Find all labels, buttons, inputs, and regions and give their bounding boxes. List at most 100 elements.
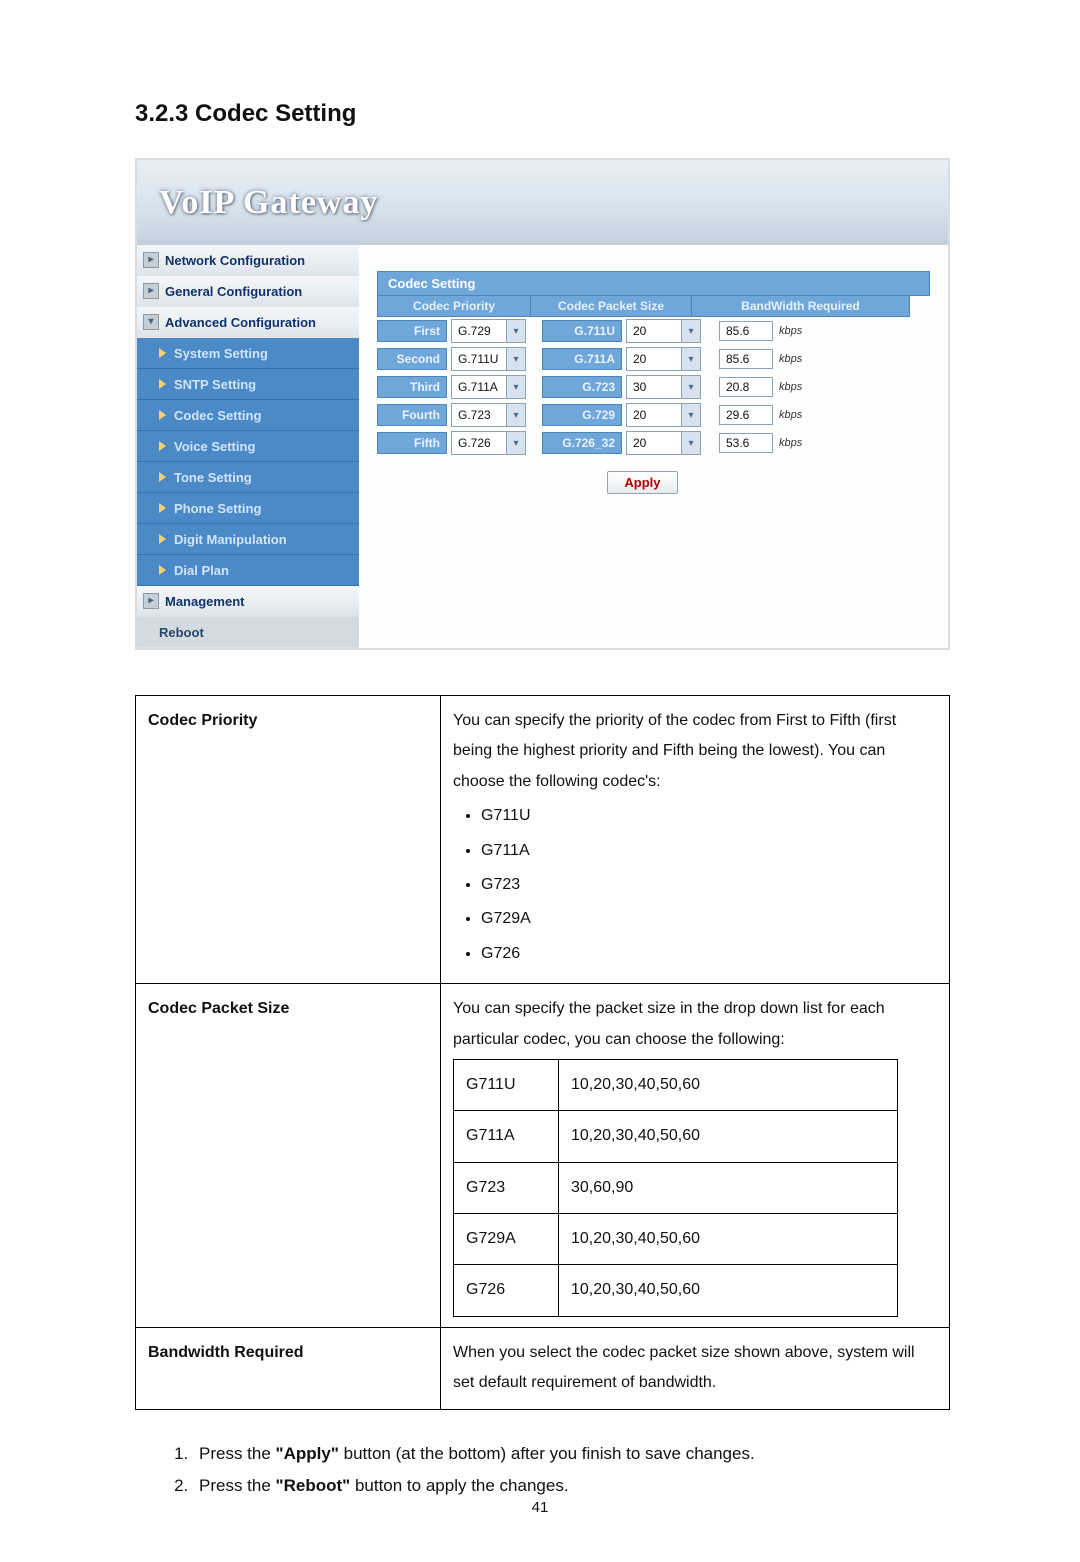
row-intro: You can specify the priority of the code… xyxy=(453,712,896,790)
packet-size-select[interactable]: 20 ▾ xyxy=(626,319,701,343)
chevron-down-icon: ▾ xyxy=(681,320,700,342)
sidebar-item-phone-setting[interactable]: Phone Setting xyxy=(137,493,359,524)
section-heading: 3.2.3 Codec Setting xyxy=(135,100,950,128)
expand-icon: ▸ xyxy=(143,283,159,299)
sidebar-item-voice-setting[interactable]: Voice Setting xyxy=(137,431,359,462)
values-cell: 30,60,90 xyxy=(559,1162,898,1213)
apply-button[interactable]: Apply xyxy=(607,471,677,494)
select-value: G.726 xyxy=(452,436,506,450)
step-text-post: button (at the bottom) after you finish … xyxy=(339,1444,755,1463)
arrow-icon xyxy=(159,534,166,544)
table-row: Bandwidth Required When you select the c… xyxy=(136,1327,950,1409)
arrow-icon xyxy=(159,565,166,575)
codec-row: Third G.711A ▾ G.723 30 ▾ 20.8 kbps xyxy=(377,373,930,401)
values-cell: 10,20,30,40,50,60 xyxy=(559,1059,898,1110)
kbps-label: kbps xyxy=(779,381,802,393)
sidebar-item-reboot[interactable]: Reboot xyxy=(137,617,359,648)
priority-select[interactable]: G.729 ▾ xyxy=(451,319,526,343)
app-banner: VoIP Gateway xyxy=(137,160,948,245)
list-item: G726 xyxy=(481,939,937,969)
bandwidth-value: 85.6 xyxy=(719,321,773,341)
kbps-label: kbps xyxy=(779,325,802,337)
chevron-down-icon: ▾ xyxy=(681,404,700,426)
codec-setting-panel: Codec Setting Codec Priority Codec Packe… xyxy=(359,245,948,512)
sidebar-label: Voice Setting xyxy=(174,439,255,454)
sidebar-item-dial-plan[interactable]: Dial Plan xyxy=(137,555,359,586)
values-cell: 10,20,30,40,50,60 xyxy=(559,1214,898,1265)
row-content: You can specify the priority of the code… xyxy=(441,696,950,984)
panel-title: Codec Setting xyxy=(377,271,930,296)
codec-cell: G711A xyxy=(454,1111,559,1162)
select-value: 20 xyxy=(627,408,681,422)
table-row: G726 10,20,30,40,50,60 xyxy=(454,1265,898,1316)
table-row: G723 30,60,90 xyxy=(454,1162,898,1213)
sidebar-label: General Configuration xyxy=(165,284,302,299)
sidebar-label: Codec Setting xyxy=(174,408,261,423)
header-bandwidth-required: BandWidth Required xyxy=(692,296,909,316)
kbps-label: kbps xyxy=(779,409,802,421)
row-intro: You can specify the packet size in the d… xyxy=(453,1000,885,1047)
panel-header-row: Codec Priority Codec Packet Size BandWid… xyxy=(377,296,910,317)
priority-select[interactable]: G.711U ▾ xyxy=(451,347,526,371)
table-row: G729A 10,20,30,40,50,60 xyxy=(454,1214,898,1265)
arrow-icon xyxy=(159,503,166,513)
packet-type-label: G.711U xyxy=(542,320,622,342)
select-value: G.711A xyxy=(452,380,506,394)
sidebar-item-codec-setting[interactable]: Codec Setting xyxy=(137,400,359,431)
list-item: G729A xyxy=(481,904,937,934)
list-item: G723 xyxy=(481,870,937,900)
packet-size-select[interactable]: 20 ▾ xyxy=(626,403,701,427)
step-text-bold: "Reboot" xyxy=(276,1476,351,1495)
codec-row: First G.729 ▾ G.711U 20 ▾ 85.6 kbps xyxy=(377,317,930,345)
sidebar-label: System Setting xyxy=(174,346,268,361)
chevron-down-icon: ▾ xyxy=(681,376,700,398)
sidebar-item-network-configuration[interactable]: ▸ Network Configuration xyxy=(137,245,359,276)
packet-size-select[interactable]: 30 ▾ xyxy=(626,375,701,399)
sidebar-item-system-setting[interactable]: System Setting xyxy=(137,338,359,369)
chevron-down-icon: ▾ xyxy=(506,376,525,398)
codec-cell: G723 xyxy=(454,1162,559,1213)
packet-size-select[interactable]: 20 ▾ xyxy=(626,347,701,371)
chevron-down-icon: ▾ xyxy=(506,320,525,342)
sidebar-label: Digit Manipulation xyxy=(174,532,287,547)
sidebar-item-general-configuration[interactable]: ▸ General Configuration xyxy=(137,276,359,307)
sidebar-label: Management xyxy=(165,594,244,609)
chevron-down-icon: ▾ xyxy=(506,432,525,454)
sidebar-label: Tone Setting xyxy=(174,470,252,485)
bandwidth-value: 29.6 xyxy=(719,405,773,425)
app-body: ▸ Network Configuration ▸ General Config… xyxy=(137,245,948,648)
arrow-icon xyxy=(159,472,166,482)
packet-size-select[interactable]: 20 ▾ xyxy=(626,431,701,455)
chevron-down-icon: ▾ xyxy=(681,348,700,370)
table-row: G711U 10,20,30,40,50,60 xyxy=(454,1059,898,1110)
codec-row: Second G.711U ▾ G.711A 20 ▾ 85.6 kbps xyxy=(377,345,930,373)
arrow-icon xyxy=(159,379,166,389)
packet-size-inner-table: G711U 10,20,30,40,50,60 G711A 10,20,30,4… xyxy=(453,1059,898,1317)
list-item: Press the "Reboot" button to apply the c… xyxy=(193,1470,950,1502)
row-content: You can specify the packet size in the d… xyxy=(441,984,950,1328)
priority-select[interactable]: G.726 ▾ xyxy=(451,431,526,455)
ordinal-label: Second xyxy=(377,348,447,370)
priority-select[interactable]: G.723 ▾ xyxy=(451,403,526,427)
sidebar-label: Reboot xyxy=(159,625,204,640)
sidebar-item-digit-manipulation[interactable]: Digit Manipulation xyxy=(137,524,359,555)
expand-icon: ▾ xyxy=(143,314,159,330)
sidebar-label: Advanced Configuration xyxy=(165,315,316,330)
sidebar-item-sntp-setting[interactable]: SNTP Setting xyxy=(137,369,359,400)
chevron-down-icon: ▾ xyxy=(506,404,525,426)
app-screenshot: VoIP Gateway ▸ Network Configuration ▸ G… xyxy=(135,158,950,650)
packet-type-label: G.711A xyxy=(542,348,622,370)
header-codec-packet-size: Codec Packet Size xyxy=(531,296,692,316)
priority-select[interactable]: G.711A ▾ xyxy=(451,375,526,399)
sidebar-item-management[interactable]: ▸ Management xyxy=(137,586,359,617)
select-value: 20 xyxy=(627,436,681,450)
list-item: G711U xyxy=(481,801,937,831)
sidebar-item-tone-setting[interactable]: Tone Setting xyxy=(137,462,359,493)
sidebar-item-advanced-configuration[interactable]: ▾ Advanced Configuration xyxy=(137,307,359,338)
values-cell: 10,20,30,40,50,60 xyxy=(559,1111,898,1162)
step-text-bold: "Apply" xyxy=(276,1444,339,1463)
ordinal-label: Fourth xyxy=(377,404,447,426)
expand-icon: ▸ xyxy=(143,593,159,609)
list-item: G711A xyxy=(481,836,937,866)
ordinal-label: Fifth xyxy=(377,432,447,454)
